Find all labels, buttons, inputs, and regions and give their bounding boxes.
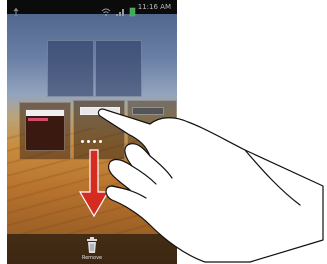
pointing-hand-icon	[97, 108, 324, 263]
